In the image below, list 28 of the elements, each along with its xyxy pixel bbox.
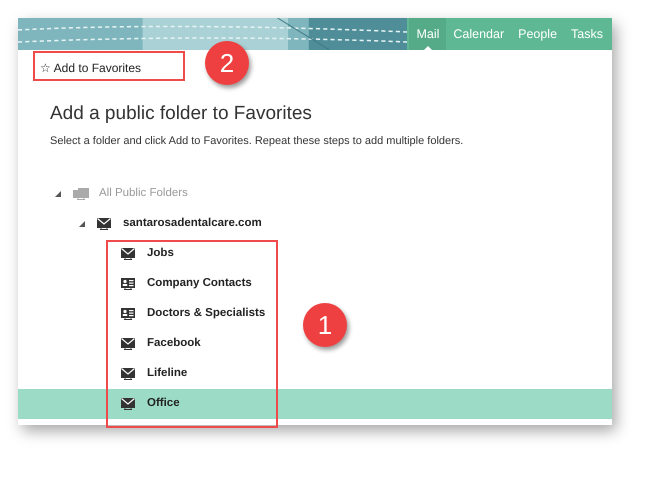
folder-label: All Public Folders [99,186,188,202]
folder-label: Company Contacts [147,276,252,292]
folder-icon [73,188,89,200]
folder-row[interactable]: Facebook [18,329,205,359]
expand-arrow-icon[interactable] [79,221,85,227]
expand-arrow-icon[interactable] [55,191,61,197]
folder-row[interactable]: santarosadentalcare.com [18,209,266,239]
folder-row[interactable]: Company Contacts [18,269,256,299]
folder-label: Facebook [147,336,201,352]
mail-folder-icon [121,398,135,410]
folder-row[interactable]: Office [18,389,612,419]
page-heading: Add a public folder to Favorites [49,102,313,126]
contact-folder-icon [121,278,135,290]
folder-label: Office [147,396,180,412]
folder-label: Jobs [147,246,174,262]
folder-label: Lifeline [147,366,188,382]
folder-row[interactable]: Jobs [18,239,178,269]
folder-label: Doctors & Specialists [147,306,266,322]
mail-folder-icon [121,248,135,260]
contact-folder-icon [121,308,135,320]
folder-row[interactable]: Doctors & Specialists [18,299,270,329]
mail-folder-icon [121,338,135,350]
mail-folder-icon [97,218,111,230]
mail-folder-icon [121,368,135,380]
folder-row[interactable]: Lifeline [18,359,192,389]
folder-label: santarosadentalcare.com [123,216,262,232]
instructions-text: Select a folder and click Add to Favorites. Repeat these steps to add multiple folders. [49,134,464,148]
add-to-favorites-button[interactable]: ☆ Add to Favorites [38,58,144,78]
